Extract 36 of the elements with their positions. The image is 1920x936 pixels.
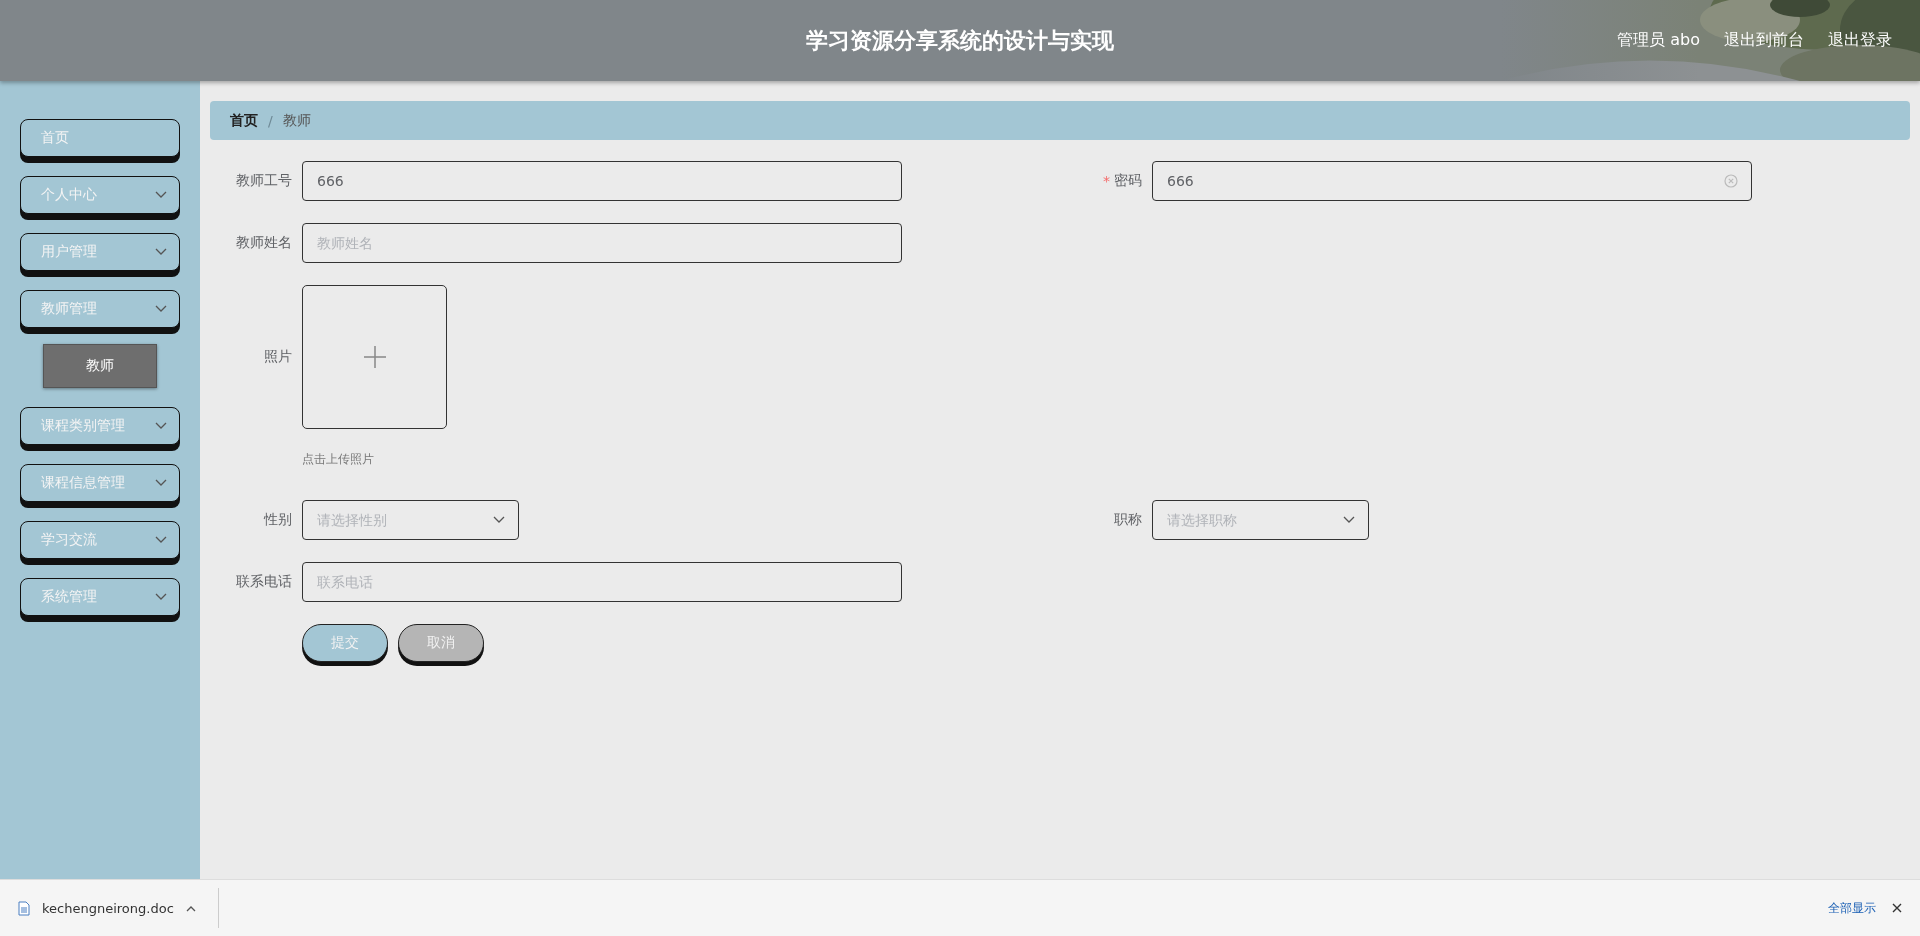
show-all-link[interactable]: 全部显示 — [1828, 899, 1876, 917]
breadcrumb-item[interactable]: 首页 — [230, 111, 258, 130]
field-label: 教师姓名 — [236, 234, 292, 252]
field-label: 密码 — [1114, 172, 1142, 190]
document-icon — [18, 900, 30, 916]
upload-hint: 点击上传照片 — [302, 451, 375, 468]
header-link[interactable]: 退出登录 — [1828, 30, 1892, 51]
chevron-down-icon — [155, 191, 167, 199]
input-field[interactable]: 联系电话 — [302, 562, 902, 602]
chevron-down-icon — [155, 305, 167, 313]
field-label: 职称 — [1114, 511, 1142, 529]
chevron-down-icon — [1343, 516, 1355, 524]
header-link[interactable]: 退出到前台 — [1724, 30, 1804, 51]
user-name: 管理员 abo — [1617, 30, 1700, 51]
required-mark: * — [1103, 173, 1110, 189]
field-label: 教师工号 — [236, 172, 292, 190]
submenu-item[interactable]: 教师 — [43, 344, 157, 388]
field-label: 联系电话 — [236, 573, 292, 591]
chevron-down-icon — [493, 516, 505, 524]
breadcrumb-separator: / — [268, 112, 273, 129]
chevron-down-icon — [155, 422, 167, 430]
breadcrumb-item[interactable]: 教师 — [282, 111, 311, 130]
chevron-down-icon — [155, 248, 167, 256]
chevron-up-icon[interactable] — [185, 904, 196, 912]
download-file-name[interactable]: kechengneirong.doc — [42, 900, 174, 916]
upload-box[interactable] — [302, 285, 447, 429]
input-field[interactable]: 666 — [1152, 161, 1752, 201]
field-label: 性别 — [264, 511, 292, 529]
chevron-down-icon — [155, 593, 167, 601]
plus-icon — [362, 345, 387, 369]
page-title: 学习资源分享系统的设计与实现 — [806, 26, 1114, 55]
chevron-down-icon — [155, 479, 167, 487]
field-label: 照片 — [264, 348, 292, 366]
close-icon[interactable] — [1892, 903, 1902, 913]
input-field[interactable]: 666 — [302, 161, 902, 201]
chevron-down-icon — [155, 536, 167, 544]
